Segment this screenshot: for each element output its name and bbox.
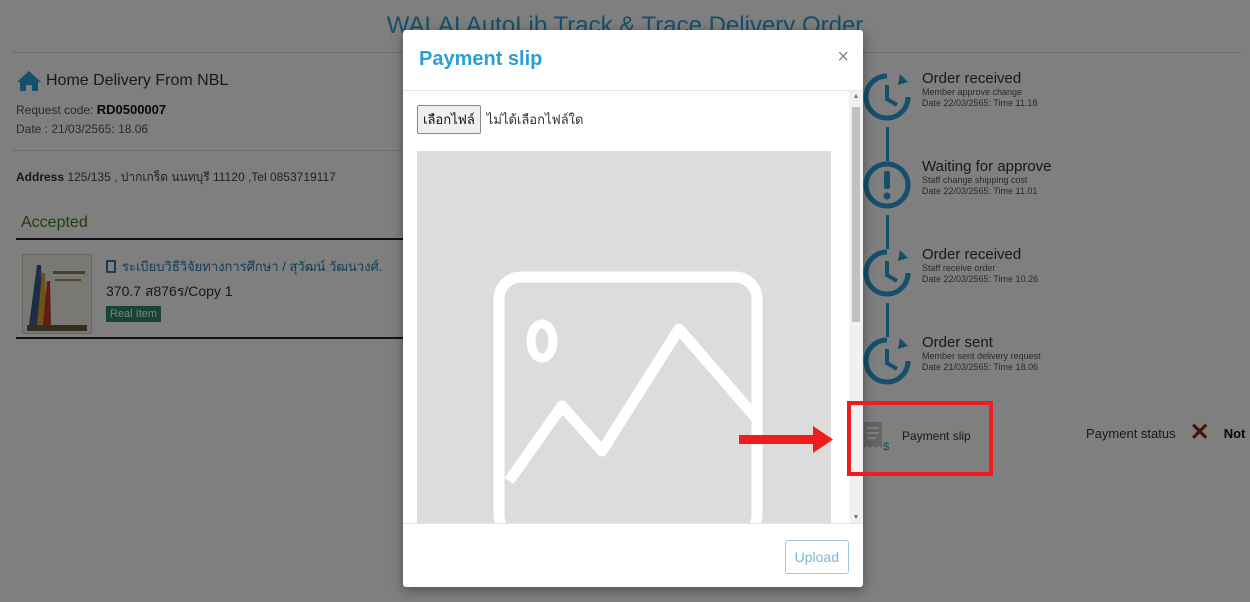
scroll-down-icon[interactable]: ▼ bbox=[851, 514, 861, 521]
scrollbar-thumb[interactable] bbox=[852, 107, 860, 322]
modal-title: Payment slip bbox=[419, 48, 543, 70]
file-input[interactable]: เลือกไฟล์ ไม่ได้เลือกไฟล์ใด bbox=[417, 105, 583, 134]
scroll-up-icon[interactable]: ▲ bbox=[851, 93, 861, 100]
image-placeholder-icon bbox=[493, 271, 763, 523]
image-preview bbox=[417, 151, 831, 523]
modal-body: เลือกไฟล์ ไม่ได้เลือกไฟล์ใด ▲ ▼ bbox=[403, 91, 863, 523]
highlight-box bbox=[847, 401, 993, 476]
modal-footer: Upload bbox=[403, 523, 863, 588]
choose-file-button[interactable]: เลือกไฟล์ bbox=[417, 105, 481, 134]
payment-slip-modal: Payment slip × เลือกไฟล์ ไม่ได้เลือกไฟล์… bbox=[403, 30, 863, 587]
file-status: ไม่ได้เลือกไฟล์ใด bbox=[486, 112, 584, 127]
modal-header: Payment slip × bbox=[403, 30, 863, 91]
arrow-right-icon bbox=[739, 426, 833, 453]
upload-button[interactable]: Upload bbox=[784, 540, 849, 574]
close-icon[interactable]: × bbox=[837, 46, 849, 69]
